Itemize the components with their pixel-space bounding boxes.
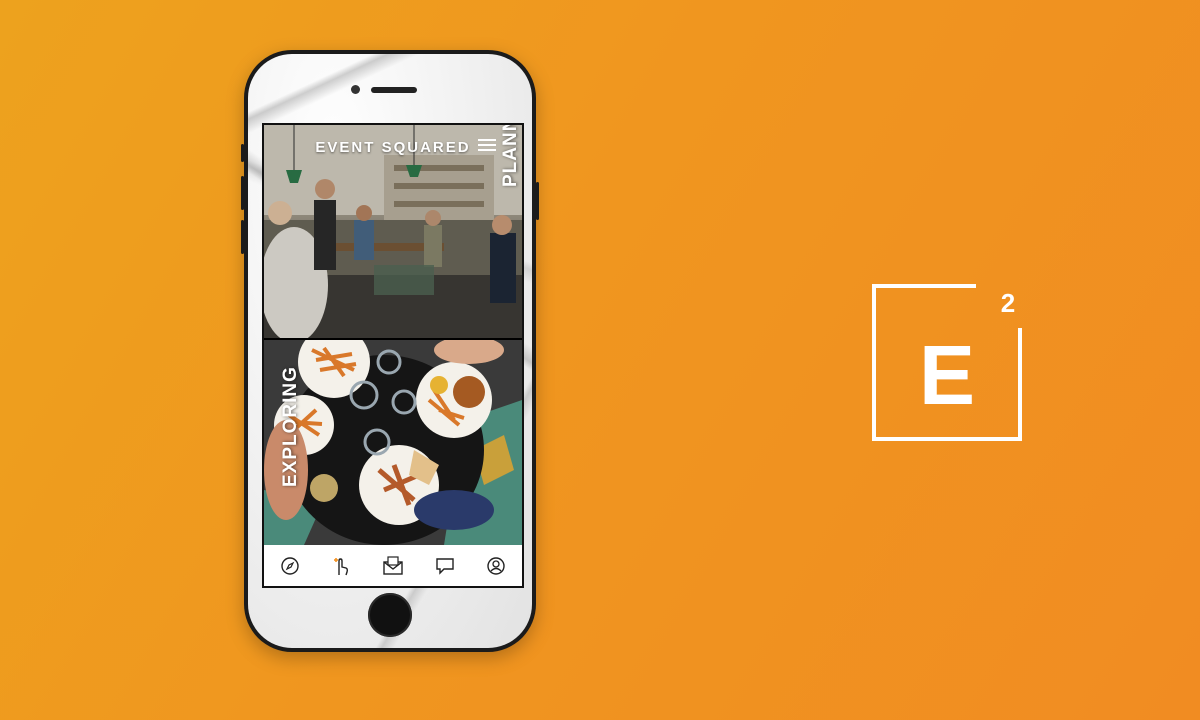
- tab-invites[interactable]: [381, 554, 405, 578]
- phone-marble-case: EVENT SQUARED PLANNING EXPLORING: [248, 54, 532, 648]
- earpiece-speaker: [371, 87, 417, 93]
- tap-icon: [334, 557, 349, 575]
- envelope-icon: [383, 555, 403, 575]
- tab-plan[interactable]: [329, 554, 353, 578]
- cafe-photo: [264, 125, 522, 338]
- tab-messages[interactable]: [433, 554, 457, 578]
- logo-letter: E: [919, 328, 975, 422]
- profile-icon: [487, 556, 505, 575]
- food-photo: [264, 340, 522, 545]
- volume-up-button: [241, 176, 244, 210]
- hamburger-menu-icon[interactable]: [478, 139, 496, 153]
- tab-profile[interactable]: [484, 554, 508, 578]
- exploring-panel[interactable]: EXPLORING: [264, 340, 522, 545]
- mute-switch: [241, 144, 244, 162]
- front-camera: [351, 85, 360, 94]
- planning-label: PLANNING: [500, 125, 521, 187]
- brand-logo: E 2: [872, 284, 1022, 442]
- power-button: [536, 182, 539, 220]
- volume-down-button: [241, 220, 244, 254]
- home-button[interactable]: [368, 593, 412, 637]
- exploring-label: EXPLORING: [280, 366, 301, 487]
- chat-icon: [435, 557, 454, 575]
- phone-mockup: EVENT SQUARED PLANNING EXPLORING: [241, 50, 539, 652]
- logo-superscript: 2: [1001, 288, 1015, 318]
- planning-panel[interactable]: EVENT SQUARED PLANNING: [264, 125, 522, 338]
- bottom-tab-bar: [264, 545, 522, 586]
- logo-mark: E 2: [872, 284, 1022, 441]
- tab-explore[interactable]: [278, 554, 302, 578]
- compass-icon: [281, 556, 299, 575]
- app-screen: EVENT SQUARED PLANNING EXPLORING: [262, 123, 524, 588]
